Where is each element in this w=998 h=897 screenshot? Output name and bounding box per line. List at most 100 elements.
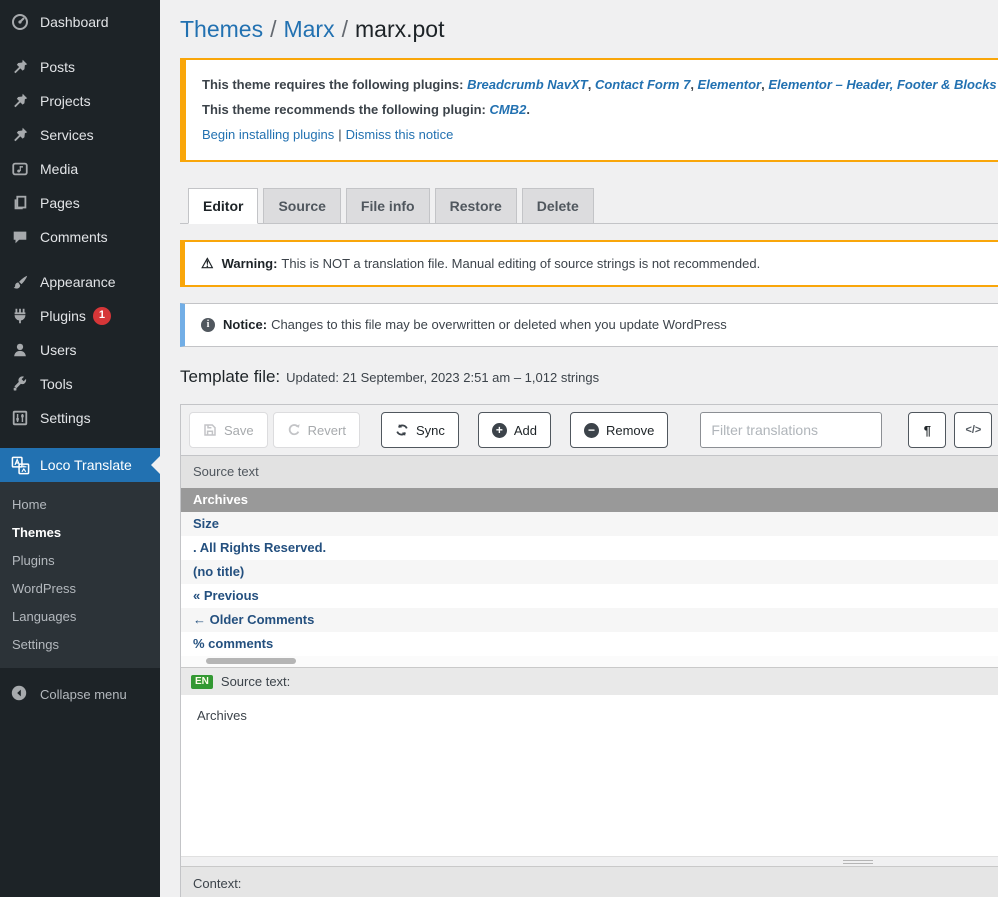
submenu-item-settings[interactable]: Settings <box>0 631 160 659</box>
add-button[interactable]: Add <box>478 412 551 448</box>
string-row[interactable]: Size <box>181 512 998 536</box>
sync-label: Sync <box>416 423 445 438</box>
submenu-item-languages[interactable]: Languages <box>0 603 160 631</box>
pin-icon <box>10 57 30 77</box>
string-row[interactable]: % comments <box>181 632 998 656</box>
breadcrumb-link-marx[interactable]: Marx <box>283 16 334 42</box>
collapse-menu-label: Collapse menu <box>40 687 127 702</box>
breadcrumb: Themes/Marx/marx.pot <box>180 0 998 44</box>
sidebar-item-label: Comments <box>40 229 108 245</box>
recommended-intro-text: This theme recommends the following plug… <box>202 102 489 117</box>
template-file-meta: Updated: 21 September, 2023 2:51 am – 1,… <box>286 370 599 385</box>
plugin-notice-actions: Begin installing plugins|Dismiss this no… <box>202 125 998 145</box>
admin-sidebar: Dashboard Posts Projects Services Media <box>0 0 160 897</box>
string-row[interactable]: « Previous <box>181 584 998 608</box>
file-view-tabs: EditorSourceFile infoRestoreDelete <box>180 187 998 224</box>
plugin-link-cmb2[interactable]: CMB2 <box>489 102 526 117</box>
sidebar-item-label: Loco Translate <box>40 457 132 473</box>
add-icon <box>492 423 507 438</box>
sidebar-item-appearance[interactable]: Appearance <box>0 265 160 299</box>
tab-restore[interactable]: Restore <box>435 188 517 224</box>
sidebar-item-settings[interactable]: Settings <box>0 401 160 435</box>
strings-list: Archives Size . All Rights Reserved. (no… <box>181 488 998 667</box>
plugins-icon <box>10 306 30 326</box>
breadcrumb-separator: / <box>270 16 276 42</box>
sidebar-item-posts[interactable]: Posts <box>0 50 160 84</box>
tab-file-info[interactable]: File info <box>346 188 430 224</box>
list-separator: , <box>690 77 697 92</box>
sidebar-item-media[interactable]: Media <box>0 152 160 186</box>
template-file-summary: Template file: Updated: 21 September, 202… <box>180 367 998 387</box>
pages-icon <box>10 193 30 213</box>
sidebar-item-label: Users <box>40 342 77 358</box>
string-row[interactable]: . All Rights Reserved. <box>181 536 998 560</box>
template-file-label: Template file: <box>180 367 280 386</box>
submenu-item-plugins[interactable]: Plugins <box>0 547 160 575</box>
sync-button[interactable]: Sync <box>381 412 459 448</box>
tab-editor[interactable]: Editor <box>188 188 258 224</box>
sidebar-item-tools[interactable]: Tools <box>0 367 160 401</box>
remove-icon <box>584 423 599 438</box>
save-icon <box>203 423 217 437</box>
main-content: Themes/Marx/marx.pot This theme requires… <box>160 0 998 897</box>
sidebar-item-comments[interactable]: Comments <box>0 220 160 254</box>
submenu-item-themes[interactable]: Themes <box>0 519 160 547</box>
sidebar-item-pages[interactable]: Pages <box>0 186 160 220</box>
toggle-invisibles-button[interactable]: ¶ <box>908 412 946 448</box>
toggle-code-view-button[interactable]: </> <box>954 412 992 448</box>
settings-icon <box>10 408 30 428</box>
breadcrumb-link-themes[interactable]: Themes <box>180 16 263 42</box>
panel-resize-handle[interactable] <box>181 856 998 866</box>
dismiss-notice-link[interactable]: Dismiss this notice <box>346 127 454 142</box>
revert-button[interactable]: Revert <box>273 412 360 448</box>
revert-label: Revert <box>308 423 346 438</box>
sidebar-item-label: Appearance <box>40 274 116 290</box>
scrollbar-thumb[interactable] <box>206 658 296 664</box>
recommended-plugin-line: This theme recommends the following plug… <box>202 100 998 120</box>
sidebar-item-label: Pages <box>40 195 80 211</box>
plugin-link-breadcrumb-navxt[interactable]: Breadcrumb NavXT <box>467 77 588 92</box>
translation-editor-panel: Save Revert Sync Add Remove ¶ </> Source <box>180 404 998 897</box>
sidebar-item-services[interactable]: Services <box>0 118 160 152</box>
menu-separator <box>0 39 160 50</box>
string-row[interactable]: ← Older Comments <box>181 608 998 632</box>
tab-source[interactable]: Source <box>263 188 340 224</box>
tab-delete[interactable]: Delete <box>522 188 594 224</box>
plugin-link-contact-form-7[interactable]: Contact Form 7 <box>595 77 690 92</box>
sidebar-item-label: Media <box>40 161 78 177</box>
plugin-link-elementor-hfb[interactable]: Elementor – Header, Footer & Blocks Temp… <box>768 77 998 92</box>
info-icon <box>201 318 215 332</box>
sidebar-item-dashboard[interactable]: Dashboard <box>0 5 160 39</box>
period-text: . <box>526 102 530 117</box>
sidebar-item-projects[interactable]: Projects <box>0 84 160 118</box>
submenu-item-wordpress[interactable]: WordPress <box>0 575 160 603</box>
remove-label: Remove <box>606 423 654 438</box>
language-badge: EN <box>191 675 213 689</box>
save-button[interactable]: Save <box>189 412 268 448</box>
begin-installing-plugins-link[interactable]: Begin installing plugins <box>202 127 334 142</box>
menu-separator <box>0 435 160 448</box>
source-text-editor[interactable]: Archives <box>181 695 998 856</box>
sidebar-item-plugins[interactable]: Plugins 1 <box>0 299 160 333</box>
collapse-arrow-icon <box>10 684 30 704</box>
sidebar-item-loco-translate[interactable]: Loco Translate <box>0 448 160 482</box>
dashboard-icon <box>10 12 30 32</box>
appearance-icon <box>10 272 30 292</box>
save-label: Save <box>224 423 254 438</box>
submenu-item-home[interactable]: Home <box>0 491 160 519</box>
source-text-label: Source text: <box>221 674 290 689</box>
string-row[interactable]: (no title) <box>181 560 998 584</box>
media-icon <box>10 159 30 179</box>
sidebar-item-users[interactable]: Users <box>0 333 160 367</box>
filter-translations-input[interactable] <box>700 412 882 448</box>
string-row[interactable]: Archives <box>181 488 998 512</box>
sidebar-item-label: Posts <box>40 59 75 75</box>
remove-button[interactable]: Remove <box>570 412 668 448</box>
pin-icon <box>10 125 30 145</box>
revert-icon <box>287 423 301 437</box>
plugin-link-elementor[interactable]: Elementor <box>698 77 762 92</box>
sidebar-item-label: Plugins <box>40 308 86 324</box>
plugin-required-notice: This theme requires the following plugin… <box>180 58 998 162</box>
info-text: Notice:Changes to this file may be overw… <box>223 315 727 335</box>
collapse-menu-button[interactable]: Collapse menu <box>0 677 160 711</box>
